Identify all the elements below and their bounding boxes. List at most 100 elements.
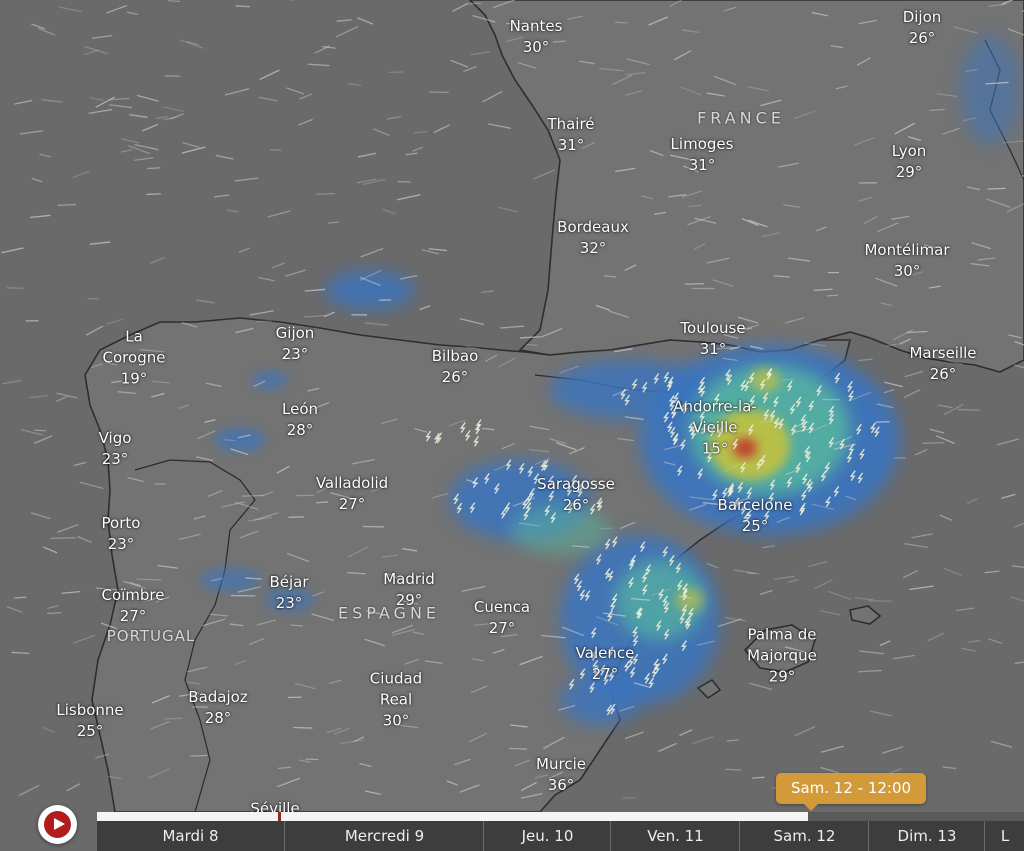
city-label-vigo[interactable]: Vigo 23° bbox=[99, 428, 132, 470]
city-temp: 30° bbox=[382, 711, 410, 730]
wind-streak bbox=[57, 203, 77, 207]
timeline-progress-track[interactable] bbox=[97, 812, 1024, 821]
timeline-day-mercredi[interactable]: Mercredi 9 bbox=[284, 821, 484, 851]
city-label-thaire[interactable]: Thairé 31° bbox=[547, 114, 594, 156]
city-name: Saragosse bbox=[537, 475, 615, 493]
city-name: Marseille bbox=[909, 344, 977, 362]
wind-streak bbox=[987, 187, 1006, 190]
city-temp: 29° bbox=[895, 163, 923, 181]
wind-streak bbox=[509, 747, 527, 750]
wind-streak bbox=[13, 596, 27, 599]
city-label-la-corogne[interactable]: La Corogne 19° bbox=[103, 327, 166, 390]
current-time-tooltip[interactable]: Sam. 12 - 12:00 bbox=[776, 773, 926, 811]
play-button[interactable] bbox=[38, 805, 77, 844]
city-label-lyon[interactable]: Lyon 29° bbox=[892, 141, 927, 183]
city-label-bilbao[interactable]: Bilbao 26° bbox=[432, 346, 479, 388]
city-name: Barcelone bbox=[717, 496, 793, 514]
wind-streak bbox=[167, 0, 181, 3]
city-temp: 27° bbox=[338, 495, 366, 513]
timeline-progress-fill bbox=[97, 812, 808, 821]
country-label-france: FRANCE bbox=[697, 108, 785, 128]
wind-streak bbox=[136, 578, 162, 581]
city-temp: 32° bbox=[579, 239, 607, 257]
city-label-andorre[interactable]: Andorre-la- Vieille 15° bbox=[673, 397, 757, 460]
city-label-murcie[interactable]: Murcie 36° bbox=[536, 754, 586, 796]
wind-streak bbox=[241, 494, 264, 497]
city-name: Thairé bbox=[547, 115, 595, 133]
city-name: Dijon bbox=[902, 8, 942, 26]
city-label-saragosse[interactable]: Saragosse 26° bbox=[537, 474, 615, 516]
city-label-bordeaux[interactable]: Bordeaux 32° bbox=[557, 217, 629, 259]
city-temp: 23° bbox=[107, 535, 135, 553]
city-name: Bilbao bbox=[431, 347, 479, 365]
city-label-leon[interactable]: León 28° bbox=[282, 399, 318, 441]
wind-streak bbox=[599, 527, 613, 530]
city-name: Nantes bbox=[509, 17, 563, 35]
city-temp: 29° bbox=[768, 667, 796, 686]
city-label-nantes[interactable]: Nantes 30° bbox=[510, 16, 563, 58]
city-temp: 31° bbox=[688, 156, 716, 174]
city-temp: 36° bbox=[547, 776, 575, 794]
city-name: Cuenca bbox=[473, 598, 531, 616]
wind-streak bbox=[293, 726, 313, 729]
city-name: Lisbonne bbox=[56, 701, 124, 719]
city-temp: 26° bbox=[908, 29, 936, 47]
city-temp: 26° bbox=[441, 368, 469, 386]
city-label-toulouse[interactable]: Toulouse 31° bbox=[680, 318, 745, 360]
city-name: Valladolid bbox=[315, 474, 389, 492]
city-label-badajoz[interactable]: Badajoz 28° bbox=[188, 687, 247, 729]
city-name: Bordeaux bbox=[557, 218, 629, 236]
city-temp: 26° bbox=[562, 496, 590, 514]
city-label-madrid[interactable]: Madrid 29° bbox=[383, 569, 435, 611]
city-label-limoges[interactable]: Limoges 31° bbox=[671, 134, 734, 176]
wind-streak bbox=[929, 108, 945, 112]
wind-streak bbox=[726, 739, 740, 742]
wind-streak bbox=[603, 275, 617, 278]
city-temp: 23° bbox=[101, 450, 129, 468]
city-label-dijon[interactable]: Dijon 26° bbox=[903, 7, 942, 49]
timeline-bar[interactable]: Mardi 8 Mercredi 9 Jeu. 10 Ven. 11 Sam. … bbox=[97, 812, 1024, 851]
play-icon bbox=[44, 811, 71, 838]
city-label-porto[interactable]: Porto 23° bbox=[102, 513, 141, 555]
wind-streak bbox=[725, 768, 742, 771]
city-name: Toulouse bbox=[680, 319, 746, 337]
city-name: Badajoz bbox=[188, 688, 248, 706]
timeline-day-lundi[interactable]: L bbox=[984, 821, 1024, 851]
wind-streak bbox=[526, 343, 538, 347]
city-temp: 27° bbox=[488, 619, 516, 637]
city-name: Andorre-la- Vieille bbox=[673, 397, 757, 437]
city-label-coimbre[interactable]: Coïmbre 27° bbox=[101, 585, 164, 627]
timeline-day-mardi[interactable]: Mardi 8 bbox=[97, 821, 284, 851]
city-label-gijon[interactable]: Gijon 23° bbox=[276, 323, 315, 365]
city-label-palma[interactable]: Palma de Majorque 29° bbox=[747, 625, 817, 688]
city-label-barcelone[interactable]: Barcelone 25° bbox=[718, 495, 793, 537]
timeline-day-dimanche[interactable]: Dim. 13 bbox=[868, 821, 985, 851]
city-temp: 30° bbox=[522, 38, 550, 56]
timeline-day-vendredi[interactable]: Ven. 11 bbox=[610, 821, 740, 851]
city-name: Madrid bbox=[383, 570, 435, 588]
city-label-montelimar[interactable]: Montélimar 30° bbox=[864, 240, 949, 282]
city-temp: 28° bbox=[204, 709, 232, 727]
city-name: Limoges bbox=[670, 135, 734, 153]
wind-streak bbox=[190, 754, 208, 757]
wind-streak bbox=[46, 612, 62, 615]
city-temp: 31° bbox=[557, 136, 585, 154]
city-label-ciudad-real[interactable]: Ciudad Real 30° bbox=[370, 669, 422, 732]
city-temp: 23° bbox=[281, 345, 309, 363]
city-name: Ciudad Real bbox=[369, 669, 423, 709]
city-label-bejar[interactable]: Béjar 23° bbox=[269, 572, 308, 614]
weather-map[interactable] bbox=[0, 0, 1024, 851]
wind-streak bbox=[466, 2, 482, 5]
city-label-cuenca[interactable]: Cuenca 27° bbox=[474, 597, 530, 639]
wind-streak bbox=[614, 21, 628, 24]
timeline-day-samedi[interactable]: Sam. 12 bbox=[739, 821, 869, 851]
city-label-marseille[interactable]: Marseille 26° bbox=[909, 343, 976, 385]
wind-streak bbox=[826, 294, 839, 297]
city-temp: 29° bbox=[395, 591, 423, 609]
city-name: Gijon bbox=[275, 324, 315, 342]
city-label-valence[interactable]: Valence 27° bbox=[576, 643, 635, 685]
city-label-valladolid[interactable]: Valladolid 27° bbox=[316, 473, 388, 515]
city-temp: 27° bbox=[119, 607, 147, 625]
city-label-lisbonne[interactable]: Lisbonne 25° bbox=[56, 700, 123, 742]
timeline-day-jeudi[interactable]: Jeu. 10 bbox=[483, 821, 611, 851]
